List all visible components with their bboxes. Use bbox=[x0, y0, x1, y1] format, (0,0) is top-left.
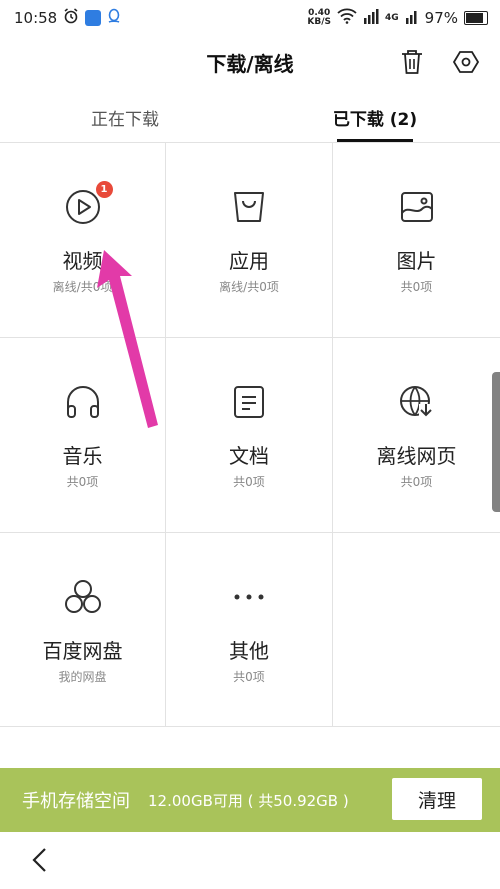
grid-item-subtitle: 共0项 bbox=[233, 475, 265, 489]
offline-web-icon bbox=[397, 382, 437, 422]
grid-item-label: 音乐 bbox=[62, 444, 103, 468]
headphones-icon bbox=[63, 382, 103, 422]
grid-item-music[interactable]: 音乐 共0项 bbox=[0, 338, 166, 533]
document-icon bbox=[229, 382, 269, 422]
grid-item-subtitle: 离线/共0项 bbox=[52, 280, 113, 294]
clear-button[interactable]: 清理 bbox=[392, 778, 482, 820]
bag-icon bbox=[229, 187, 269, 227]
grid-item-subtitle: 共0项 bbox=[233, 670, 265, 684]
trash-button[interactable] bbox=[398, 48, 426, 76]
video-icon: 1 bbox=[63, 181, 113, 227]
header: 下载/离线 bbox=[0, 36, 500, 88]
chevron-left-icon bbox=[32, 848, 46, 872]
grid-item-netdisk[interactable]: 百度网盘 我的网盘 bbox=[0, 533, 166, 727]
battery-icon bbox=[464, 11, 488, 25]
trash-icon bbox=[402, 50, 422, 74]
category-grid: 1 视频 离线/共0项 应用 离线/共0项 图片 共0项 音乐 共0项 文档 共… bbox=[0, 142, 500, 727]
signal-icon bbox=[363, 8, 379, 28]
grid-item-offline-web[interactable]: 离线网页 共0项 bbox=[333, 338, 500, 533]
app-notification-icon bbox=[85, 10, 102, 26]
qq-icon bbox=[107, 8, 121, 28]
storage-label: 手机存储空间 bbox=[22, 791, 130, 812]
grid-item-other[interactable]: 其他 共0项 bbox=[166, 533, 333, 727]
grid-item-subtitle: 共0项 bbox=[400, 475, 433, 489]
settings-hexagon-icon bbox=[453, 51, 479, 73]
more-icon bbox=[229, 577, 269, 617]
notification-badge: 1 bbox=[95, 181, 113, 198]
settings-button[interactable] bbox=[452, 48, 480, 76]
status-time: 10:58 bbox=[14, 9, 58, 27]
bottom-nav bbox=[0, 832, 500, 889]
page-title: 下载/离线 bbox=[206, 51, 294, 76]
grid-item-subtitle: 离线/共0项 bbox=[219, 280, 279, 294]
tab-downloading[interactable]: 正在下载 bbox=[0, 92, 250, 142]
grid-item-subtitle: 共0项 bbox=[66, 475, 99, 489]
grid-item-label: 应用 bbox=[229, 249, 269, 273]
tab-downloaded[interactable]: 已下载 (2) bbox=[250, 92, 500, 142]
grid-empty-cell bbox=[333, 533, 500, 727]
alarm-icon bbox=[63, 8, 79, 28]
grid-item-subtitle: 我的网盘 bbox=[58, 670, 107, 684]
wifi-icon bbox=[337, 8, 357, 28]
scroll-handle[interactable] bbox=[492, 372, 500, 512]
grid-item-subtitle: 共0项 bbox=[400, 280, 433, 294]
tab-bar: 正在下载 已下载 (2) bbox=[0, 92, 500, 142]
signal-icon-2 bbox=[405, 8, 419, 28]
status-bar: 10:58 0.40 KB/S 4G 97% bbox=[0, 0, 500, 36]
storage-bar: 手机存储空间 12.00GB可用 ( 共50.92GB ) 清理 bbox=[0, 768, 500, 832]
battery-percent: 97% bbox=[424, 9, 458, 27]
grid-item-documents[interactable]: 文档 共0项 bbox=[166, 338, 333, 533]
storage-available: 12.00GB可用 ( 共50.92GB ) bbox=[148, 791, 349, 810]
grid-item-label: 视频 bbox=[62, 249, 103, 273]
image-icon bbox=[397, 187, 437, 227]
grid-item-apps[interactable]: 应用 离线/共0项 bbox=[166, 143, 333, 338]
back-button[interactable] bbox=[28, 846, 52, 874]
network-type: 4G bbox=[385, 13, 399, 23]
grid-item-label: 离线网页 bbox=[376, 444, 457, 468]
grid-item-label: 百度网盘 bbox=[42, 639, 123, 663]
netdisk-icon bbox=[63, 577, 103, 617]
grid-item-label: 图片 bbox=[396, 249, 437, 273]
grid-item-images[interactable]: 图片 共0项 bbox=[333, 143, 500, 338]
grid-item-label: 其他 bbox=[229, 639, 269, 663]
grid-item-video[interactable]: 1 视频 离线/共0项 bbox=[0, 143, 166, 338]
grid-item-label: 文档 bbox=[229, 444, 269, 468]
network-speed: 0.40 KB/S bbox=[307, 8, 331, 27]
